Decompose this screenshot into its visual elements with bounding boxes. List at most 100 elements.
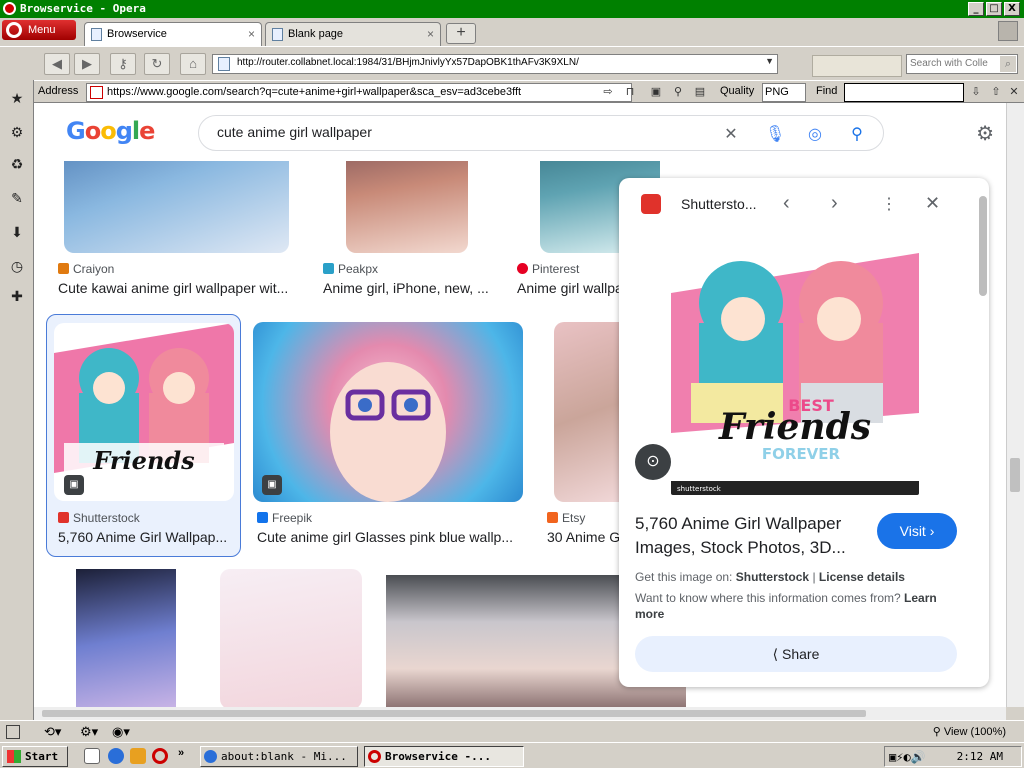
taskbar-item-ie[interactable]: about:blank - Mi...: [200, 746, 358, 767]
preview-image[interactable]: BEST Friends FOREVER shutterstock: [671, 233, 919, 495]
tab-close-icon[interactable]: ×: [427, 27, 434, 41]
opera-quicklaunch-icon[interactable]: [152, 748, 168, 764]
clear-icon[interactable]: ✕: [721, 124, 741, 144]
tab-browservice[interactable]: Browservice ×: [84, 22, 262, 46]
sync-icon[interactable]: ⟲▾: [44, 724, 61, 740]
settings-gear-icon[interactable]: ⚙: [976, 121, 994, 146]
tray-icons[interactable]: ▣⚡◐🔊: [889, 750, 926, 764]
result-source[interactable]: Craiyon: [58, 262, 114, 276]
share-button[interactable]: ⟨ Share: [635, 636, 957, 672]
taskbar-item-opera[interactable]: Browservice -...: [364, 746, 524, 767]
key-icon[interactable]: ⚷: [110, 53, 136, 75]
bookmark-icon[interactable]: ⊓: [622, 84, 638, 100]
address-field[interactable]: https://www.google.com/search?q=cute+ani…: [86, 83, 632, 102]
result-source[interactable]: Pinterest: [517, 262, 579, 276]
find-close-icon[interactable]: ✕: [1006, 84, 1022, 100]
scroll-thumb[interactable]: [42, 710, 866, 717]
result-image[interactable]: [220, 569, 362, 707]
result-source[interactable]: Peakpx: [323, 262, 378, 276]
result-title[interactable]: Anime girl wallpa: [517, 280, 627, 296]
panel-scrollbar[interactable]: [979, 196, 987, 296]
quality-select[interactable]: PNG: [762, 83, 806, 102]
preview-source-name[interactable]: Shutterstо...: [681, 196, 756, 212]
clock[interactable]: 2:12 AM: [957, 750, 1003, 763]
preview-title[interactable]: 5,760 Anime Girl Wallpaper Images, Stock…: [635, 512, 871, 560]
new-tab-button[interactable]: +: [446, 23, 476, 44]
result-image[interactable]: [253, 322, 523, 502]
google-search-input[interactable]: cute anime girl wallpaper ✕ 🎙 ◎ ⚲: [198, 115, 884, 151]
widgets-icon[interactable]: ♻: [7, 154, 27, 174]
vertical-scrollbar[interactable]: [1006, 103, 1024, 707]
previous-icon[interactable]: ‹: [783, 192, 790, 215]
desktop-icon[interactable]: [84, 748, 100, 764]
notes-icon[interactable]: ✎: [7, 188, 27, 208]
forward-button[interactable]: ▶: [74, 53, 100, 75]
downloads-icon[interactable]: ⬇: [7, 222, 27, 242]
preview-text-main: Friends: [718, 406, 871, 448]
find-prev-icon[interactable]: ⇧: [988, 84, 1004, 100]
search-input[interactable]: Search with Colle ⌕: [906, 54, 1018, 74]
minimize-button[interactable]: _: [968, 2, 984, 16]
scroll-thumb[interactable]: [1010, 458, 1020, 492]
network-icon[interactable]: ◉▾: [112, 724, 130, 740]
google-logo[interactable]: Google: [66, 117, 155, 145]
print-icon[interactable]: ▣: [648, 84, 664, 100]
lens-search-icon[interactable]: ⊙: [635, 444, 671, 480]
more-options-icon[interactable]: ⋮: [881, 194, 897, 214]
result-source[interactable]: Freepik: [257, 511, 312, 525]
media-icon[interactable]: [130, 748, 146, 764]
history-icon[interactable]: ◷: [7, 256, 27, 276]
ie-icon[interactable]: [108, 748, 124, 764]
taskbar: Start » about:blank - Mi... Browservice …: [0, 742, 1024, 768]
trash-icon[interactable]: [998, 21, 1018, 41]
result-title[interactable]: Cute kawai anime girl wallpaper wit...: [58, 280, 298, 296]
result-title[interactable]: 30 Anime G: [547, 529, 627, 545]
quicklaunch-more-icon[interactable]: »: [178, 747, 184, 759]
microphone-icon[interactable]: 🎙: [765, 124, 785, 144]
opera-menu-button[interactable]: Menu: [2, 20, 76, 40]
image-source-info: Get this image on: Shutterstock | Licens…: [635, 570, 905, 584]
visit-button[interactable]: Visit ›: [877, 513, 957, 549]
result-title[interactable]: 5,760 Anime Girl Wallpap...: [58, 529, 230, 545]
settings-icon[interactable]: ⚙: [7, 122, 27, 142]
clipboard-icon[interactable]: ▤: [692, 84, 708, 100]
source-icon: [323, 263, 334, 274]
lens-icon[interactable]: ◎: [805, 124, 825, 144]
find-next-icon[interactable]: ⇩: [968, 84, 984, 100]
reload-button[interactable]: ↻: [144, 53, 170, 75]
chevron-down-icon[interactable]: ▼: [765, 56, 774, 66]
add-panel-icon[interactable]: ✚: [7, 286, 27, 306]
back-button[interactable]: ◀: [44, 53, 70, 75]
url-text: http://router.collabnet.local:1984/31/BH…: [237, 57, 579, 68]
license-details-link[interactable]: License details: [819, 570, 905, 584]
result-image[interactable]: [76, 569, 176, 707]
result-source[interactable]: Etsy: [547, 511, 585, 525]
search-icon[interactable]: ⚲: [847, 124, 867, 144]
turbo-icon[interactable]: ⚙▾: [80, 724, 98, 740]
horizontal-scrollbar[interactable]: [34, 707, 1006, 720]
address-label: Address: [38, 85, 79, 97]
start-button[interactable]: Start: [2, 746, 68, 767]
tab-label: Blank page: [288, 28, 344, 40]
tab-close-icon[interactable]: ×: [248, 27, 255, 41]
status-bar: ⟲▾ ⚙▾ ◉▾ ⚲ View (100%): [0, 720, 1024, 742]
source-icon: [547, 512, 558, 523]
next-icon[interactable]: ›: [831, 192, 838, 215]
home-button[interactable]: ⌂: [180, 53, 206, 75]
maximize-button[interactable]: □: [986, 2, 1002, 16]
result-title[interactable]: Anime girl, iPhone, new, ...: [323, 280, 498, 296]
source-link[interactable]: Shutterstock: [736, 570, 809, 584]
search-icon[interactable]: ⌕: [1000, 56, 1016, 72]
url-field[interactable]: http://router.collabnet.local:1984/31/BH…: [212, 54, 778, 74]
tab-blank-page[interactable]: Blank page ×: [265, 22, 441, 46]
close-panel-icon[interactable]: ✕: [925, 193, 940, 214]
result-title[interactable]: Cute anime girl Glasses pink blue wallp.…: [257, 529, 519, 545]
result-source[interactable]: Shutterstock: [58, 511, 140, 525]
bookmarks-icon[interactable]: ★: [7, 88, 27, 108]
find-input[interactable]: [844, 83, 964, 102]
close-button[interactable]: X: [1004, 2, 1020, 16]
zoom-indicator[interactable]: ⚲ View (100%): [933, 725, 1006, 738]
panel-toggle-icon[interactable]: [6, 725, 20, 739]
go-icon[interactable]: ⇨: [600, 84, 616, 100]
find-icon[interactable]: ⚲: [670, 84, 686, 100]
